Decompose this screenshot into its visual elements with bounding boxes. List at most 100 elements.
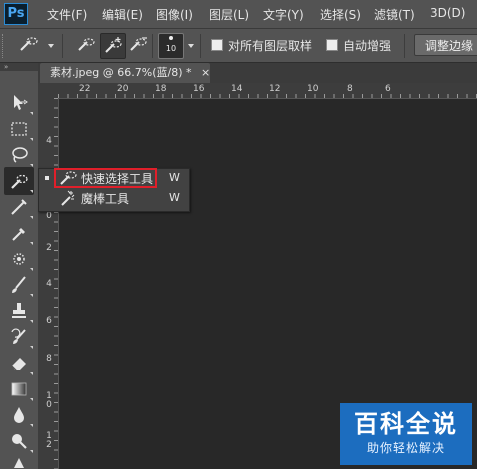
ruler-left-label: 1 2 — [46, 431, 52, 450]
ruler-top-label: 8 — [347, 84, 353, 94]
menu-select[interactable]: 选择(S) — [320, 6, 361, 23]
ruler-top-label: 12 — [269, 84, 281, 94]
sample-all-layers-label: 对所有图层取样 — [228, 39, 313, 53]
ruler-top-label: 16 — [193, 84, 205, 94]
clone-stamp-tool[interactable] — [8, 300, 30, 322]
tool-flyout-indicator-icon — [30, 268, 33, 271]
options-divider — [404, 34, 405, 58]
pen-tool[interactable] — [10, 456, 28, 469]
tool-flyout-indicator-icon — [30, 112, 33, 115]
dodge-tool[interactable] — [8, 430, 30, 452]
menu-3d[interactable]: 3D(D) — [430, 6, 465, 20]
ruler-left-label: 0 — [46, 211, 52, 221]
tool-flyout-indicator-icon — [30, 346, 33, 349]
lasso-tool[interactable] — [8, 144, 30, 166]
healing-brush-tool[interactable] — [8, 248, 30, 270]
brush-tool[interactable] — [8, 274, 30, 296]
eyedropper-tool[interactable] — [8, 222, 30, 244]
gradient-tool[interactable] — [8, 378, 30, 400]
quick-selection-icon — [11, 174, 28, 189]
tool-flyout-indicator-icon — [30, 294, 33, 297]
magic-wand-icon — [58, 189, 78, 207]
selected-bullet-icon — [45, 176, 49, 180]
ruler-origin[interactable] — [38, 83, 59, 99]
menu-filter[interactable]: 滤镜(T) — [374, 6, 415, 23]
ruler-top-label: 20 — [117, 84, 129, 94]
tool-flyout-indicator-icon — [30, 242, 33, 245]
tool-flyout-indicator-icon — [30, 190, 33, 193]
history-brush-icon — [11, 328, 26, 344]
ruler-top-label: 6 — [385, 84, 391, 94]
flyout-item-shortcut: W — [169, 191, 180, 204]
menu-layer[interactable]: 图层(L) — [209, 6, 249, 23]
eraser-icon — [11, 358, 26, 372]
move-icon — [14, 95, 28, 110]
brush-icon — [12, 276, 26, 293]
blur-drop-icon — [14, 407, 24, 423]
photoshop-logo: Ps — [4, 3, 28, 25]
tool-flyout-indicator-icon — [30, 216, 33, 219]
tool-flyout-indicator-icon — [30, 320, 33, 323]
tool-flyout-indicator-icon — [30, 372, 33, 375]
flyout-item-shortcut: W — [169, 171, 180, 184]
tool-flyout-indicator-icon — [30, 424, 33, 427]
dodge-icon — [12, 434, 27, 449]
add-selection-brush-icon — [105, 37, 122, 53]
ruler-left-label: 6 — [46, 316, 52, 326]
lasso-icon — [12, 147, 28, 163]
crop-icon — [11, 199, 27, 215]
auto-enhance-checkbox[interactable] — [326, 39, 338, 51]
eraser-tool[interactable] — [8, 352, 30, 374]
add-to-selection-button[interactable] — [100, 33, 126, 59]
spot-healing-icon — [13, 253, 25, 265]
tool-preset-picker[interactable] — [18, 36, 38, 54]
menu-file[interactable]: 文件(F) — [47, 6, 87, 23]
move-tool[interactable] — [8, 92, 30, 114]
pen-icon — [14, 458, 24, 468]
crop-tool[interactable] — [8, 196, 30, 218]
ruler-left-label: 1 0 — [46, 391, 52, 410]
new-selection-button[interactable] — [76, 36, 96, 54]
sample-all-layers-checkbox[interactable] — [211, 39, 223, 51]
menu-type[interactable]: 文字(Y) — [263, 6, 304, 23]
brush-dropdown-arrow-icon[interactable] — [188, 44, 194, 48]
rectangular-marquee-icon — [11, 122, 27, 136]
new-selection-brush-icon — [78, 38, 95, 51]
options-divider — [152, 34, 153, 58]
options-divider — [62, 34, 63, 58]
gradient-icon — [11, 382, 27, 396]
ruler-left-label: 2 — [46, 243, 52, 253]
options-divider — [200, 34, 201, 58]
menu-edit[interactable]: 编辑(E) — [102, 6, 143, 23]
document-tab-title: 素材.jpeg @ 66.7%(蓝/8) * — [50, 66, 192, 79]
preset-dropdown-arrow-icon[interactable] — [48, 44, 54, 48]
subtract-from-selection-button[interactable] — [128, 36, 148, 54]
history-brush-tool[interactable] — [8, 326, 30, 348]
quick-selection-icon — [20, 37, 38, 51]
toolbox-collapse-toggle[interactable]: » — [0, 63, 38, 71]
ruler-top-label: 22 — [79, 84, 91, 94]
ruler-top-label: 10 — [307, 84, 319, 94]
ruler-top-label: 14 — [231, 84, 243, 94]
brush-size-value: 10 — [165, 44, 177, 53]
auto-enhance-label: 自动增强 — [343, 39, 392, 53]
marquee-tool[interactable] — [8, 118, 30, 140]
ruler-left-label: 4 — [46, 279, 52, 289]
tool-flyout-indicator-icon — [30, 164, 33, 167]
blur-tool[interactable] — [8, 404, 30, 426]
eyedropper-icon — [12, 228, 25, 241]
subtract-selection-brush-icon — [130, 37, 147, 51]
menu-image[interactable]: 图像(I) — [156, 6, 193, 23]
tool-flyout-indicator-icon — [30, 450, 33, 453]
watermark-subtitle: 助你轻松解决 — [366, 441, 445, 455]
close-tab-icon[interactable]: × — [201, 66, 210, 79]
annotation-highlight-box — [54, 168, 157, 188]
ruler-left-label: 4 — [46, 136, 52, 146]
flyout-item-label: 魔棒工具 — [81, 192, 130, 206]
flyout-item-magic-wand[interactable]: 魔棒工具 W — [40, 189, 186, 207]
document-tab[interactable]: 素材.jpeg @ 66.7%(蓝/8) * × — [40, 63, 210, 83]
refine-edge-button[interactable]: 调整边缘 — [414, 34, 477, 56]
quick-selection-tool[interactable] — [8, 170, 30, 192]
ruler-left-label: 8 — [46, 354, 52, 364]
options-grip[interactable] — [2, 34, 6, 58]
